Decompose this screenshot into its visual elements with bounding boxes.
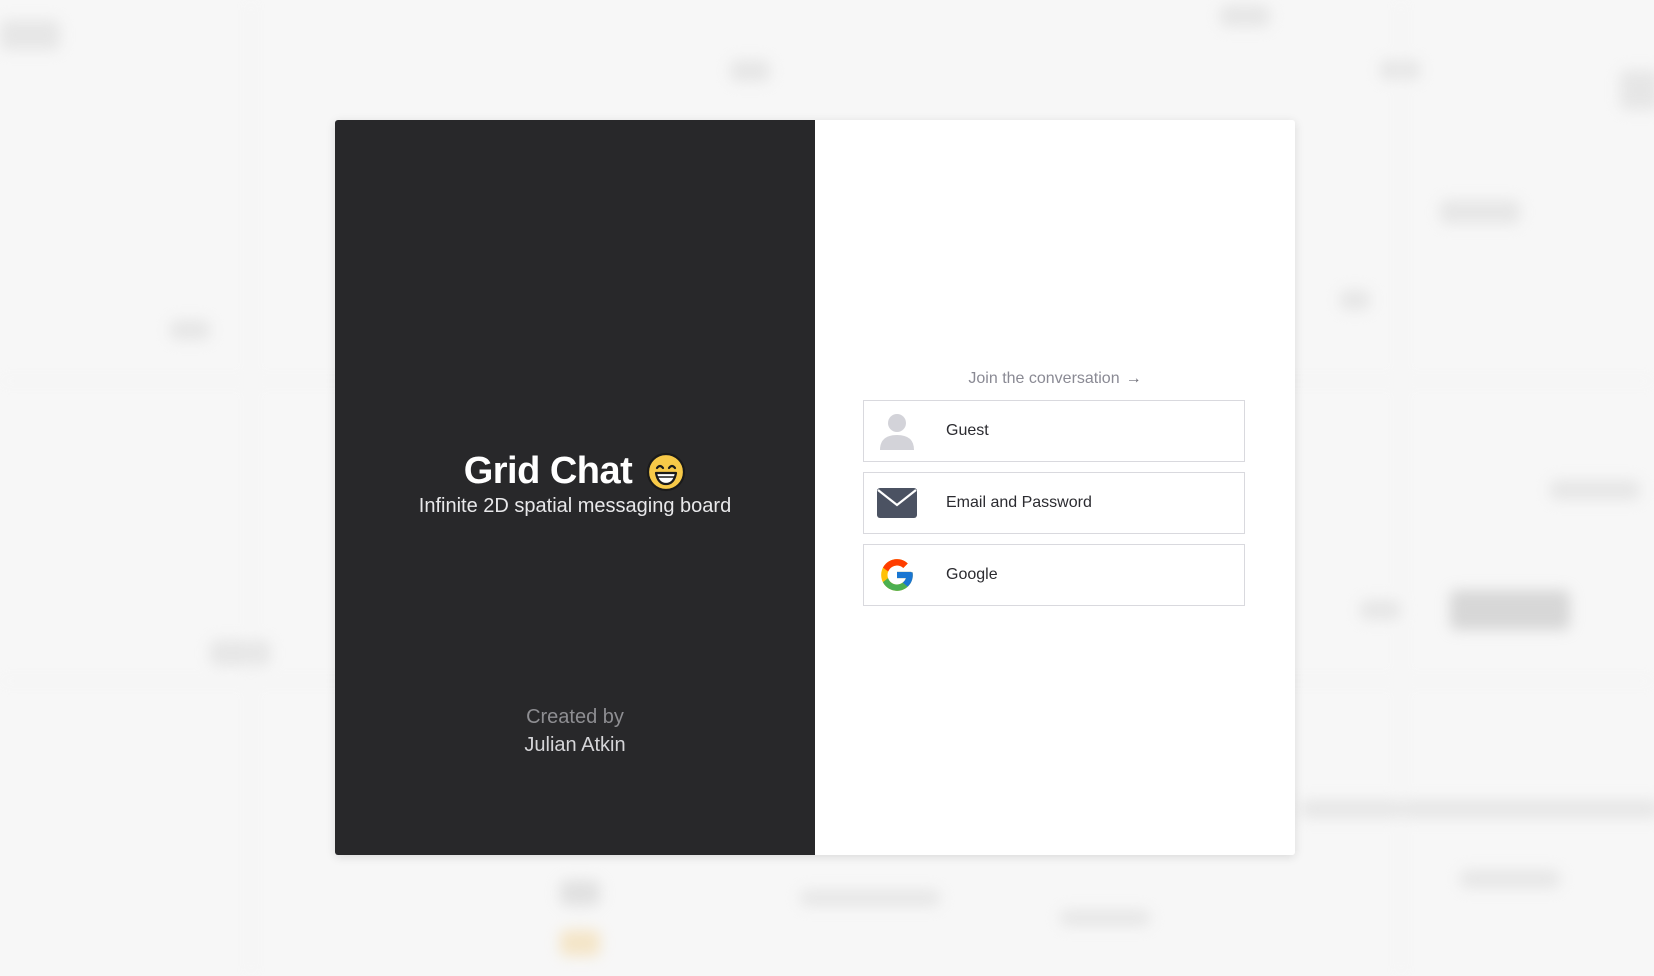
guest-login-label: Guest	[946, 422, 989, 439]
email-login-label: Email and Password	[946, 494, 1092, 511]
join-prompt: Join the conversation →	[815, 370, 1295, 388]
grinning-face-icon	[647, 452, 686, 491]
join-prompt-text: Join the conversation	[968, 370, 1120, 387]
title-row: Grid Chat	[335, 450, 815, 493]
envelope-icon	[876, 482, 918, 524]
email-login-button[interactable]: Email and Password	[863, 472, 1245, 534]
author-name: Julian Atkin	[524, 734, 626, 756]
google-login-label: Google	[946, 566, 998, 583]
guest-login-button[interactable]: Guest	[863, 400, 1245, 462]
created-by-label: Created by	[526, 706, 624, 728]
login-modal: Grid Chat Infinite 2D spatial messaging …	[335, 120, 1295, 855]
google-login-button[interactable]: Google	[863, 544, 1245, 606]
user-icon	[876, 410, 918, 452]
login-panel: Join the conversation → Guest Email and P…	[815, 120, 1295, 855]
branding-panel: Grid Chat Infinite 2D spatial messaging …	[335, 120, 815, 855]
app-subtitle: Infinite 2D spatial messaging board	[418, 495, 732, 517]
app-title: Grid Chat	[463, 450, 633, 492]
google-icon	[876, 554, 918, 596]
arrow-right-icon: →	[1125, 370, 1142, 387]
